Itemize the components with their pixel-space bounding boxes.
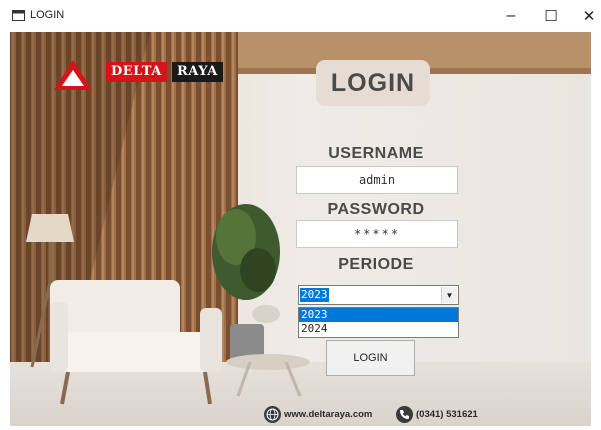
website-text: www.deltaraya.com [284,408,373,420]
login-heading: LOGIN [316,60,430,106]
brand-name-raya: RAYA [172,62,223,82]
username-input[interactable] [296,166,458,194]
periode-selected-value: 2023 [300,288,329,302]
close-button[interactable]: ✕ [567,0,601,32]
password-input[interactable] [296,220,458,248]
phone-text: (0341) 531621 [416,408,478,420]
maximize-icon: ☐ [544,8,558,25]
window-titlebar: LOGIN – ☐ ✕ [0,0,601,32]
phone-icon [396,405,413,423]
minimize-icon: – [506,7,516,24]
login-background: DELTA RAYA LOGIN USERNAME PASSWORD PERIO… [10,32,591,426]
periode-label: PERIODE [338,256,414,273]
footer-website: www.deltaraya.com [264,405,372,423]
close-icon: ✕ [582,8,596,25]
periode-option[interactable]: 2024 [299,322,458,336]
chevron-down-icon[interactable]: ▼ [441,287,457,303]
password-label: PASSWORD [327,201,425,218]
login-button[interactable]: LOGIN [326,340,415,376]
globe-icon [264,405,281,423]
brand-name-delta: DELTA [106,62,167,82]
minimize-button[interactable]: – [489,0,533,32]
footer-phone: (0341) 531621 [396,405,478,423]
window-title: LOGIN [30,9,65,21]
periode-option[interactable]: 2023 [299,308,458,322]
periode-dropdown-list: 2023 2024 [298,307,459,338]
periode-select[interactable]: 2023 ▼ [298,285,459,305]
window-app-icon [12,10,25,21]
username-label: USERNAME [328,145,424,162]
